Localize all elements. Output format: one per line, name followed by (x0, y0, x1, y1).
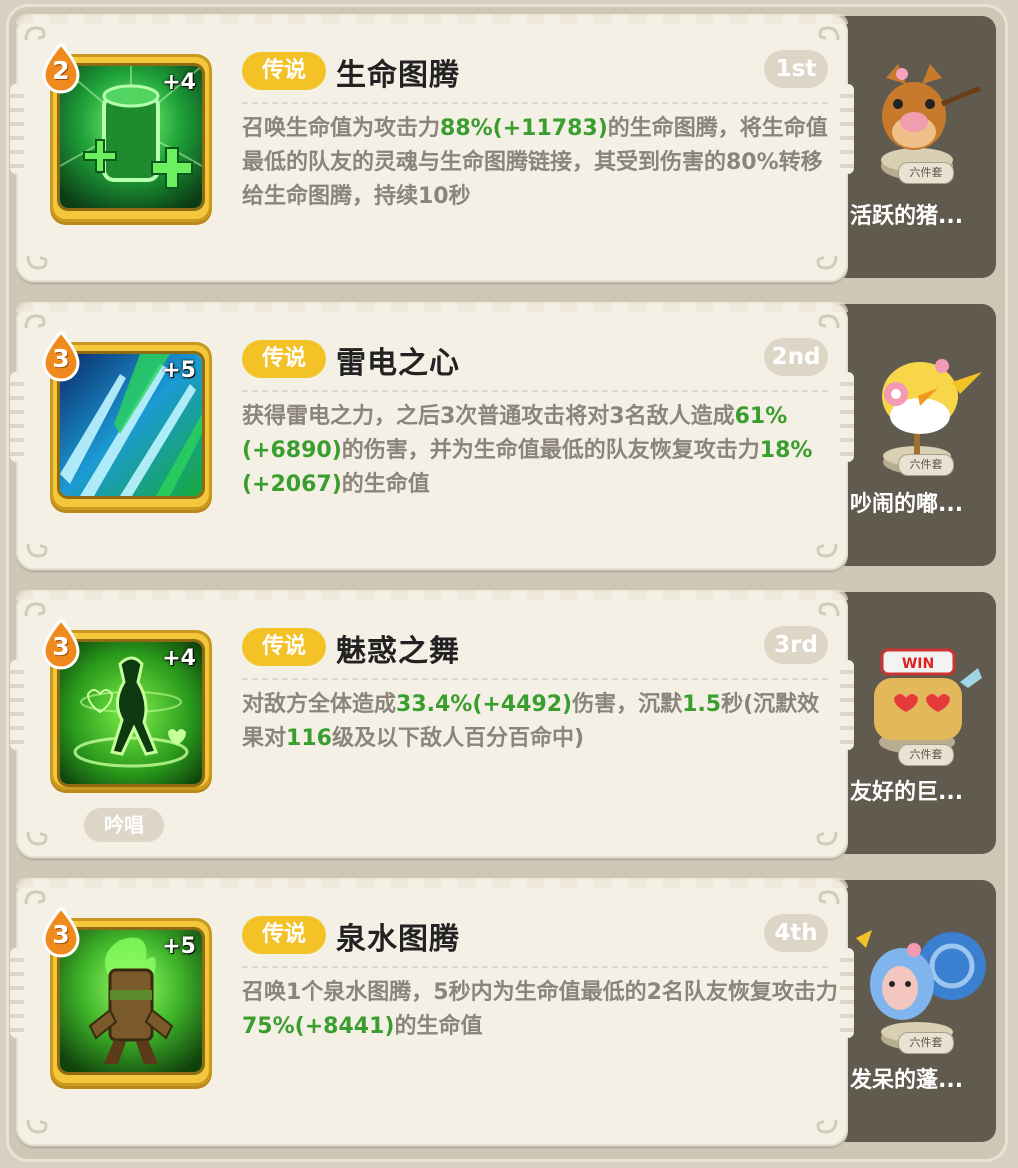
description-text: 级及以下敌人百分百命中) (331, 726, 585, 751)
highlight-value: 33.4%(+4492) (396, 692, 573, 717)
level-drop-icon: 2 (38, 41, 84, 94)
curl-ornament-icon (22, 600, 52, 620)
level-drop-icon: 3 (38, 905, 84, 958)
curl-ornament-icon (24, 252, 54, 272)
skill-card[interactable]: +5 3 传说 泉水图腾 4th 召唤1个泉水图腾，5秒内为生命值最低的2名队友… (10, 878, 854, 1146)
set-badge: 六件套 (898, 744, 954, 766)
divider (242, 390, 828, 392)
description-text: 召唤生命值为攻击力 (242, 116, 441, 141)
skill-icon-frame[interactable]: +5 3 (42, 329, 212, 510)
skill-icon-frame[interactable]: +4 3 (42, 617, 212, 790)
skill-level: 2 (52, 56, 70, 85)
rarity-badge: 传说 (242, 916, 326, 954)
mascot-name: 吵闹的嘟... (850, 492, 964, 517)
card-edge (16, 14, 848, 24)
enhance-level: +5 (162, 358, 196, 383)
divider (242, 102, 828, 104)
divider (242, 966, 828, 968)
skill-name: 生命图腾 (336, 58, 460, 93)
description-text: 召唤1个泉水图腾，5秒内为生命值最低的2名队友恢复攻击力 (242, 980, 838, 1005)
rank-badge: 3rd (764, 626, 828, 664)
level-drop-icon: 3 (38, 329, 84, 382)
skill-description: 召唤1个泉水图腾，5秒内为生命值最低的2名队友恢复攻击力 75%(+8441)的生… (242, 976, 838, 1044)
mascot-name: 发呆的蓬... (850, 1068, 964, 1093)
skill-name: 魅惑之舞 (336, 634, 460, 669)
level-drop-icon: 3 (38, 617, 84, 670)
description-text: 对敌方全体造成 (242, 692, 397, 717)
curl-ornament-icon (22, 888, 52, 908)
mascot-name: 活跃的猪... (850, 204, 964, 229)
curl-ornament-icon (812, 600, 842, 620)
skill-level: 3 (52, 920, 70, 949)
set-badge: 六件套 (898, 454, 954, 476)
highlight-value: 75%(+8441) (242, 1014, 395, 1039)
curl-ornament-icon (812, 312, 842, 332)
card-notch-left (10, 660, 24, 750)
skill-row[interactable]: +5 3 传说 泉水图腾 4th 召唤1个泉水图腾，5秒内为生命值最低的2名队友… (0, 866, 1018, 1154)
description-text: 的生命值 (341, 472, 430, 497)
curl-ornament-icon (24, 540, 54, 560)
skill-name: 雷电之心 (336, 346, 460, 381)
card-notch-left (10, 372, 24, 462)
card-notch-left (10, 84, 24, 174)
description-text: 的生命值 (394, 1014, 483, 1039)
rarity-badge: 传说 (242, 340, 326, 378)
set-badge: 六件套 (898, 162, 954, 184)
description-text: 伤害，沉默 (572, 692, 683, 717)
curl-ornament-icon (22, 24, 52, 44)
skill-level: 3 (52, 344, 70, 373)
skill-level: 3 (52, 632, 70, 661)
card-notch-left (10, 948, 24, 1038)
curl-ornament-icon (810, 540, 840, 560)
card-edge (16, 590, 848, 600)
skill-description: 获得雷电之力，之后3次普通攻击将对3名敌人造成61%(+6890)的伤害，并为生… (242, 400, 838, 502)
mascot-name: 友好的巨... (850, 780, 964, 805)
skill-card[interactable]: +4 2 传说 生命图腾 1st 召唤生命值为攻击力88%(+11783)的生命… (10, 14, 854, 282)
skill-row[interactable]: +4 2 传说 生命图腾 1st 召唤生命值为攻击力88%(+11783)的生命… (0, 2, 1018, 290)
curl-ornament-icon (810, 828, 840, 848)
set-badge: 六件套 (898, 1032, 954, 1054)
enhance-level: +4 (162, 646, 196, 671)
skill-description: 召唤生命值为攻击力88%(+11783)的生命图腾，将生命值最低的队友的灵魂与生… (242, 112, 838, 214)
rarity-badge: 传说 (242, 628, 326, 666)
highlight-value: 116 (286, 726, 332, 751)
enhance-level: +5 (162, 934, 196, 959)
description-text: 的伤害，并为生命值最低的队友恢复攻击力 (341, 438, 760, 463)
rarity-badge: 传说 (242, 52, 326, 90)
skill-name: 泉水图腾 (336, 922, 460, 957)
description-text: 获得雷电之力，之后3次普通攻击将对3名敌人造成 (242, 404, 735, 429)
divider (242, 678, 828, 680)
rank-badge: 4th (764, 914, 828, 952)
curl-ornament-icon (810, 252, 840, 272)
highlight-value: 1.5 (682, 692, 722, 717)
skill-card[interactable]: +4 3 吟唱 传说 魅惑之舞 3rd 对敌方全体造成33.4%(+4492)伤… (10, 590, 854, 858)
svg-text:WIN: WIN (902, 656, 934, 672)
curl-ornament-icon (24, 828, 54, 848)
enhance-level: +4 (162, 70, 196, 95)
skill-description: 对敌方全体造成33.4%(+4492)伤害，沉默1.5秒(沉默效果对116级及以… (242, 688, 838, 756)
card-edge (16, 878, 848, 888)
skill-icon-frame[interactable]: +5 3 (42, 905, 212, 1086)
curl-ornament-icon (812, 24, 842, 44)
rank-badge: 1st (764, 50, 828, 88)
skill-icon-frame[interactable]: +4 2 (42, 41, 212, 222)
curl-ornament-icon (812, 888, 842, 908)
skill-row[interactable]: +4 3 吟唱 传说 魅惑之舞 3rd 对敌方全体造成33.4%(+4492)伤… (0, 578, 1018, 866)
highlight-value: 88%(+11783) (440, 116, 608, 141)
curl-ornament-icon (22, 312, 52, 332)
curl-ornament-icon (24, 1116, 54, 1136)
curl-ornament-icon (810, 1116, 840, 1136)
chant-badge: 吟唱 (84, 808, 164, 842)
card-edge (16, 302, 848, 312)
skill-row[interactable]: +5 3 传说 雷电之心 2nd 获得雷电之力，之后3次普通攻击将对3名敌人造成… (0, 290, 1018, 578)
rank-badge: 2nd (764, 338, 828, 376)
skill-card[interactable]: +5 3 传说 雷电之心 2nd 获得雷电之力，之后3次普通攻击将对3名敌人造成… (10, 302, 854, 570)
